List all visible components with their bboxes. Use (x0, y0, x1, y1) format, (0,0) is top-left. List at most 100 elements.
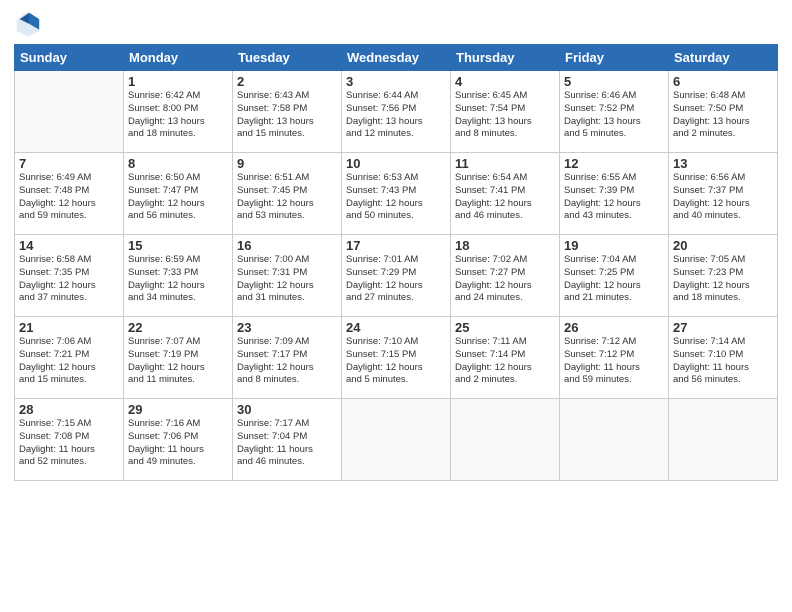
calendar-week-2: 7Sunrise: 6:49 AM Sunset: 7:48 PM Daylig… (15, 153, 778, 235)
day-number: 21 (19, 320, 119, 335)
calendar-cell: 1Sunrise: 6:42 AM Sunset: 8:00 PM Daylig… (124, 71, 233, 153)
calendar-cell: 27Sunrise: 7:14 AM Sunset: 7:10 PM Dayli… (669, 317, 778, 399)
calendar-cell (15, 71, 124, 153)
page-header (14, 10, 778, 38)
day-number: 1 (128, 74, 228, 89)
day-number: 20 (673, 238, 773, 253)
calendar-week-5: 28Sunrise: 7:15 AM Sunset: 7:08 PM Dayli… (15, 399, 778, 481)
calendar-table: SundayMondayTuesdayWednesdayThursdayFrid… (14, 44, 778, 481)
day-info: Sunrise: 6:54 AM Sunset: 7:41 PM Dayligh… (455, 172, 555, 223)
calendar-header-sunday: Sunday (15, 45, 124, 71)
calendar-header-thursday: Thursday (451, 45, 560, 71)
day-number: 22 (128, 320, 228, 335)
calendar-cell: 15Sunrise: 6:59 AM Sunset: 7:33 PM Dayli… (124, 235, 233, 317)
logo (14, 10, 46, 38)
calendar-cell: 16Sunrise: 7:00 AM Sunset: 7:31 PM Dayli… (233, 235, 342, 317)
day-info: Sunrise: 6:58 AM Sunset: 7:35 PM Dayligh… (19, 254, 119, 305)
calendar-cell: 29Sunrise: 7:16 AM Sunset: 7:06 PM Dayli… (124, 399, 233, 481)
day-info: Sunrise: 7:17 AM Sunset: 7:04 PM Dayligh… (237, 418, 337, 469)
day-number: 19 (564, 238, 664, 253)
day-number: 28 (19, 402, 119, 417)
day-number: 15 (128, 238, 228, 253)
day-info: Sunrise: 7:10 AM Sunset: 7:15 PM Dayligh… (346, 336, 446, 387)
day-number: 3 (346, 74, 446, 89)
day-number: 11 (455, 156, 555, 171)
calendar-header-saturday: Saturday (669, 45, 778, 71)
day-number: 30 (237, 402, 337, 417)
calendar-cell (451, 399, 560, 481)
day-info: Sunrise: 6:42 AM Sunset: 8:00 PM Dayligh… (128, 90, 228, 141)
calendar-cell (669, 399, 778, 481)
day-info: Sunrise: 6:48 AM Sunset: 7:50 PM Dayligh… (673, 90, 773, 141)
logo-icon (14, 10, 42, 38)
calendar-cell (342, 399, 451, 481)
day-info: Sunrise: 6:46 AM Sunset: 7:52 PM Dayligh… (564, 90, 664, 141)
day-info: Sunrise: 6:55 AM Sunset: 7:39 PM Dayligh… (564, 172, 664, 223)
day-info: Sunrise: 7:04 AM Sunset: 7:25 PM Dayligh… (564, 254, 664, 305)
day-number: 12 (564, 156, 664, 171)
day-info: Sunrise: 7:14 AM Sunset: 7:10 PM Dayligh… (673, 336, 773, 387)
calendar-cell: 7Sunrise: 6:49 AM Sunset: 7:48 PM Daylig… (15, 153, 124, 235)
day-info: Sunrise: 7:00 AM Sunset: 7:31 PM Dayligh… (237, 254, 337, 305)
calendar-header-row: SundayMondayTuesdayWednesdayThursdayFrid… (15, 45, 778, 71)
day-number: 16 (237, 238, 337, 253)
day-info: Sunrise: 7:12 AM Sunset: 7:12 PM Dayligh… (564, 336, 664, 387)
calendar-cell: 18Sunrise: 7:02 AM Sunset: 7:27 PM Dayli… (451, 235, 560, 317)
day-info: Sunrise: 6:59 AM Sunset: 7:33 PM Dayligh… (128, 254, 228, 305)
day-number: 8 (128, 156, 228, 171)
calendar-cell: 30Sunrise: 7:17 AM Sunset: 7:04 PM Dayli… (233, 399, 342, 481)
calendar-cell: 24Sunrise: 7:10 AM Sunset: 7:15 PM Dayli… (342, 317, 451, 399)
calendar-cell: 2Sunrise: 6:43 AM Sunset: 7:58 PM Daylig… (233, 71, 342, 153)
day-info: Sunrise: 7:11 AM Sunset: 7:14 PM Dayligh… (455, 336, 555, 387)
calendar-cell: 13Sunrise: 6:56 AM Sunset: 7:37 PM Dayli… (669, 153, 778, 235)
calendar-cell: 17Sunrise: 7:01 AM Sunset: 7:29 PM Dayli… (342, 235, 451, 317)
calendar-week-4: 21Sunrise: 7:06 AM Sunset: 7:21 PM Dayli… (15, 317, 778, 399)
calendar-week-1: 1Sunrise: 6:42 AM Sunset: 8:00 PM Daylig… (15, 71, 778, 153)
day-number: 25 (455, 320, 555, 335)
day-info: Sunrise: 6:44 AM Sunset: 7:56 PM Dayligh… (346, 90, 446, 141)
day-info: Sunrise: 6:43 AM Sunset: 7:58 PM Dayligh… (237, 90, 337, 141)
day-number: 4 (455, 74, 555, 89)
calendar-header-tuesday: Tuesday (233, 45, 342, 71)
calendar-cell: 26Sunrise: 7:12 AM Sunset: 7:12 PM Dayli… (560, 317, 669, 399)
day-info: Sunrise: 7:09 AM Sunset: 7:17 PM Dayligh… (237, 336, 337, 387)
day-info: Sunrise: 7:07 AM Sunset: 7:19 PM Dayligh… (128, 336, 228, 387)
day-info: Sunrise: 7:01 AM Sunset: 7:29 PM Dayligh… (346, 254, 446, 305)
calendar-cell: 21Sunrise: 7:06 AM Sunset: 7:21 PM Dayli… (15, 317, 124, 399)
calendar-cell: 22Sunrise: 7:07 AM Sunset: 7:19 PM Dayli… (124, 317, 233, 399)
day-info: Sunrise: 6:49 AM Sunset: 7:48 PM Dayligh… (19, 172, 119, 223)
day-info: Sunrise: 6:51 AM Sunset: 7:45 PM Dayligh… (237, 172, 337, 223)
day-info: Sunrise: 7:15 AM Sunset: 7:08 PM Dayligh… (19, 418, 119, 469)
day-number: 27 (673, 320, 773, 335)
calendar-cell (560, 399, 669, 481)
day-number: 9 (237, 156, 337, 171)
calendar-cell: 8Sunrise: 6:50 AM Sunset: 7:47 PM Daylig… (124, 153, 233, 235)
calendar-cell: 12Sunrise: 6:55 AM Sunset: 7:39 PM Dayli… (560, 153, 669, 235)
day-number: 10 (346, 156, 446, 171)
day-info: Sunrise: 7:05 AM Sunset: 7:23 PM Dayligh… (673, 254, 773, 305)
calendar-header-wednesday: Wednesday (342, 45, 451, 71)
day-number: 24 (346, 320, 446, 335)
calendar-cell: 5Sunrise: 6:46 AM Sunset: 7:52 PM Daylig… (560, 71, 669, 153)
day-info: Sunrise: 7:06 AM Sunset: 7:21 PM Dayligh… (19, 336, 119, 387)
calendar-cell: 3Sunrise: 6:44 AM Sunset: 7:56 PM Daylig… (342, 71, 451, 153)
day-number: 18 (455, 238, 555, 253)
calendar-cell: 14Sunrise: 6:58 AM Sunset: 7:35 PM Dayli… (15, 235, 124, 317)
calendar-cell: 19Sunrise: 7:04 AM Sunset: 7:25 PM Dayli… (560, 235, 669, 317)
day-number: 14 (19, 238, 119, 253)
calendar-cell: 6Sunrise: 6:48 AM Sunset: 7:50 PM Daylig… (669, 71, 778, 153)
calendar-cell: 9Sunrise: 6:51 AM Sunset: 7:45 PM Daylig… (233, 153, 342, 235)
calendar-header-monday: Monday (124, 45, 233, 71)
calendar-cell: 28Sunrise: 7:15 AM Sunset: 7:08 PM Dayli… (15, 399, 124, 481)
calendar-cell: 23Sunrise: 7:09 AM Sunset: 7:17 PM Dayli… (233, 317, 342, 399)
calendar-cell: 11Sunrise: 6:54 AM Sunset: 7:41 PM Dayli… (451, 153, 560, 235)
day-info: Sunrise: 6:56 AM Sunset: 7:37 PM Dayligh… (673, 172, 773, 223)
day-number: 29 (128, 402, 228, 417)
calendar-cell: 10Sunrise: 6:53 AM Sunset: 7:43 PM Dayli… (342, 153, 451, 235)
day-info: Sunrise: 6:50 AM Sunset: 7:47 PM Dayligh… (128, 172, 228, 223)
calendar-cell: 25Sunrise: 7:11 AM Sunset: 7:14 PM Dayli… (451, 317, 560, 399)
calendar-cell: 4Sunrise: 6:45 AM Sunset: 7:54 PM Daylig… (451, 71, 560, 153)
day-info: Sunrise: 6:45 AM Sunset: 7:54 PM Dayligh… (455, 90, 555, 141)
day-info: Sunrise: 6:53 AM Sunset: 7:43 PM Dayligh… (346, 172, 446, 223)
day-number: 5 (564, 74, 664, 89)
